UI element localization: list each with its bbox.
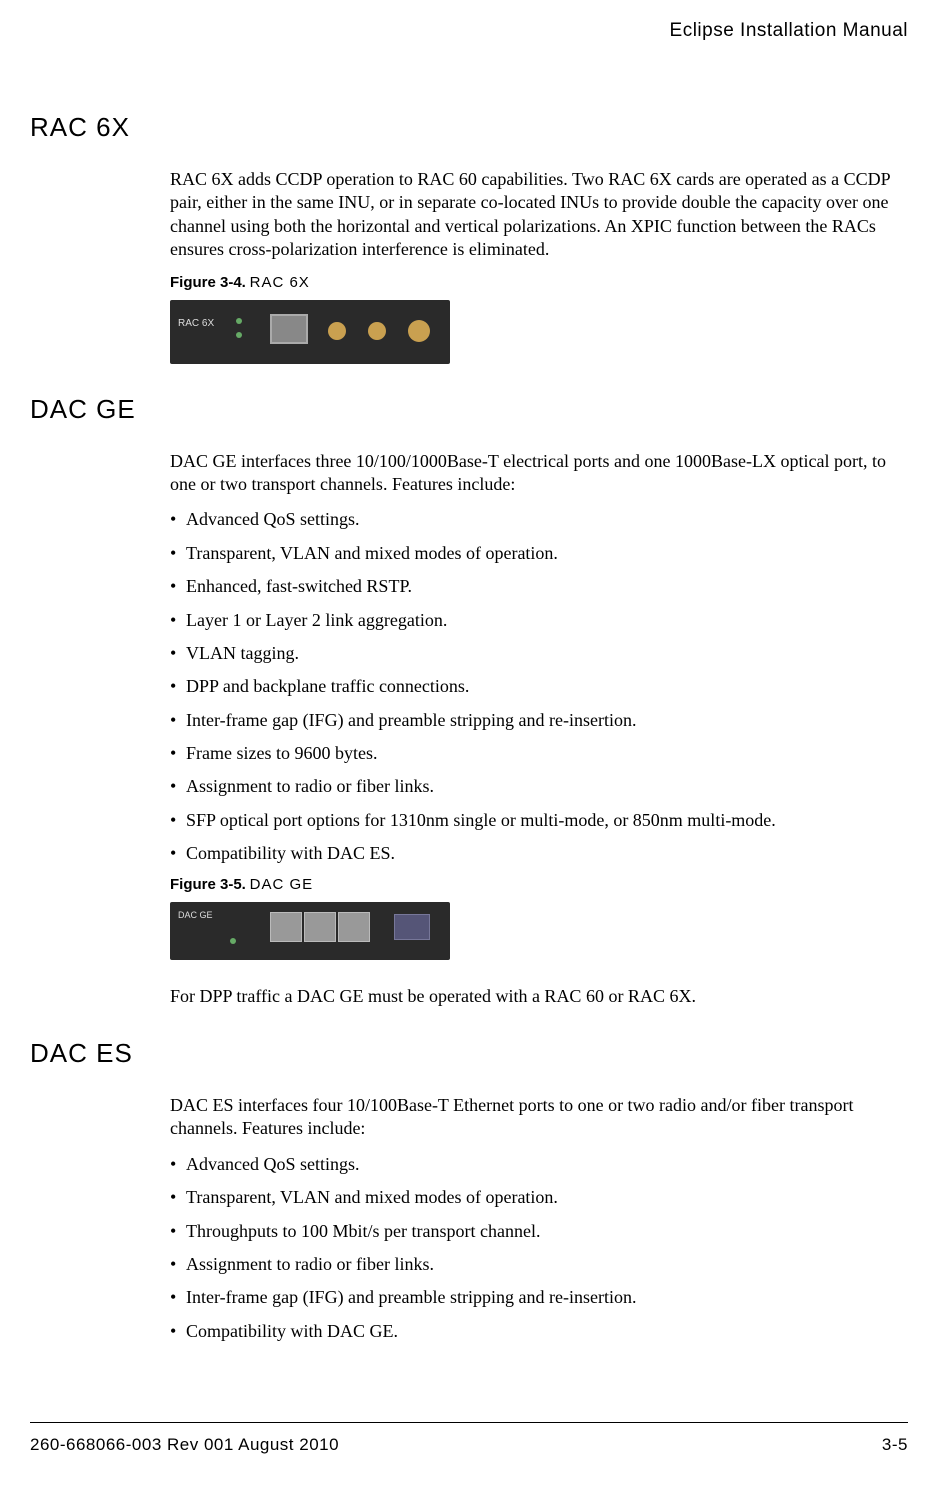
ethernet-port-icon — [270, 912, 302, 942]
list-item: DPP and backplane traffic connections. — [170, 675, 898, 698]
list-item: Layer 1 or Layer 2 link aggregation. — [170, 609, 898, 632]
section-daces: DAC ES DAC ES interfaces four 10/100Base… — [30, 1038, 908, 1343]
sfp-port-icon — [394, 914, 430, 940]
list-item: Enhanced, fast-switched RSTP. — [170, 575, 898, 598]
daces-feature-list: Advanced QoS settings. Transparent, VLAN… — [170, 1153, 898, 1343]
heading-rac6x: RAC 6X — [30, 112, 908, 143]
list-item: Inter-frame gap (IFG) and preamble strip… — [170, 1286, 898, 1309]
list-item: Assignment to radio or fiber links. — [170, 1253, 898, 1276]
list-item: Inter-frame gap (IFG) and preamble strip… — [170, 709, 898, 732]
rac6x-hardware-illustration — [170, 300, 450, 364]
figure-label-3-4: Figure 3-4. RAC 6X — [170, 274, 898, 292]
footer-doc-id: 260-668066-003 Rev 001 August 2010 — [30, 1435, 339, 1455]
section-rac6x: RAC 6X RAC 6X adds CCDP operation to RAC… — [30, 112, 908, 364]
figure-title: RAC 6X — [250, 274, 310, 291]
list-item: VLAN tagging. — [170, 642, 898, 665]
figure-3-5-image — [170, 902, 898, 960]
list-item: Throughputs to 100 Mbit/s per transport … — [170, 1220, 898, 1243]
ethernet-ports-group — [270, 912, 370, 942]
list-item: Transparent, VLAN and mixed modes of ope… — [170, 542, 898, 565]
footer-page-number: 3-5 — [882, 1435, 908, 1455]
dacge-hardware-illustration — [170, 902, 450, 960]
list-item: Compatibility with DAC ES. — [170, 842, 898, 865]
dacge-footnote: For DPP traffic a DAC GE must be operate… — [170, 985, 898, 1008]
odu-connector-icon — [408, 320, 430, 342]
figure-label-3-5: Figure 3-5. DAC GE — [170, 876, 898, 894]
xpic-out-connector-icon — [368, 322, 386, 340]
ethernet-port-icon — [304, 912, 336, 942]
list-item: Compatibility with DAC GE. — [170, 1320, 898, 1343]
figure-title: DAC GE — [250, 876, 314, 893]
list-item: Advanced QoS settings. — [170, 508, 898, 531]
body-rac6x: RAC 6X adds CCDP operation to RAC 60 cap… — [170, 168, 898, 262]
heading-dacge: DAC GE — [30, 394, 908, 425]
heading-daces: DAC ES — [30, 1038, 908, 1069]
status-led-icon — [230, 938, 236, 944]
content-daces: DAC ES interfaces four 10/100Base-T Ethe… — [170, 1094, 898, 1343]
list-item: Assignment to radio or fiber links. — [170, 775, 898, 798]
section-dacge: DAC GE DAC GE interfaces three 10/100/10… — [30, 394, 908, 1008]
page-header: Eclipse Installation Manual — [30, 20, 908, 42]
content-rac6x: RAC 6X adds CCDP operation to RAC 60 cap… — [170, 168, 898, 364]
list-item: Advanced QoS settings. — [170, 1153, 898, 1176]
figure-number: Figure 3-5. — [170, 876, 246, 893]
ethernet-port-icon — [338, 912, 370, 942]
xpic-in-connector-icon — [328, 322, 346, 340]
ethernet-port-icon — [270, 314, 308, 344]
body-daces: DAC ES interfaces four 10/100Base-T Ethe… — [170, 1094, 898, 1141]
content-dacge: DAC GE interfaces three 10/100/1000Base-… — [170, 450, 898, 1008]
figure-3-4-image — [170, 300, 898, 364]
dacge-feature-list: Advanced QoS settings. Transparent, VLAN… — [170, 508, 898, 865]
body-dacge: DAC GE interfaces three 10/100/1000Base-… — [170, 450, 898, 497]
list-item: Transparent, VLAN and mixed modes of ope… — [170, 1186, 898, 1209]
list-item: Frame sizes to 9600 bytes. — [170, 742, 898, 765]
figure-number: Figure 3-4. — [170, 274, 246, 291]
page-footer: 260-668066-003 Rev 001 August 2010 3-5 — [30, 1422, 908, 1455]
list-item: SFP optical port options for 1310nm sing… — [170, 809, 898, 832]
status-leds-icon — [232, 316, 260, 344]
